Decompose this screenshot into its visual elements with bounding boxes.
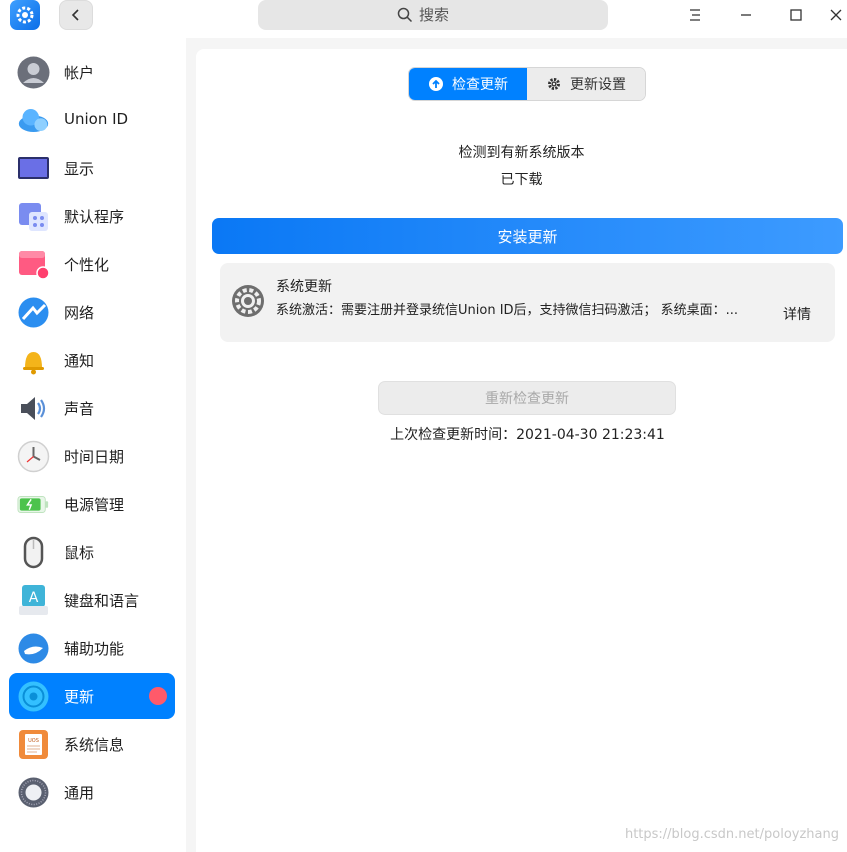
personalization-icon [17,248,50,281]
svg-text:A: A [29,590,39,606]
last-check-time: 上次检查更新时间：2021-04-30 21:23:41 [390,427,665,443]
sidebar-item-default-apps[interactable]: 默认程序 [9,193,175,239]
update-icon [17,680,50,713]
titlebar [0,0,847,38]
svg-text:UOS: UOS [28,738,39,744]
cloud-icon [17,104,50,137]
main-panel: 检查更新 更新设置 检测到有新系统版本 已下载 安装更新 系统更新 系统激活：需… [196,49,847,852]
tab-check-update-label: 检查更新 [452,77,508,93]
chevron-left-icon [71,9,79,21]
sidebar-item-label: 更新 [64,688,95,706]
details-link[interactable]: 详情 [783,304,811,324]
sidebar-item-union-id[interactable]: Union ID [9,97,175,143]
sidebar-item-update[interactable]: 更新 [9,673,175,719]
sidebar-item-accessibility[interactable]: 辅助功能 [9,625,175,671]
update-status-text: 检测到有新系统版本 [458,145,585,161]
menu-button[interactable] [680,2,710,28]
download-status-text: 已下载 [500,172,543,188]
menu-icon [690,9,700,21]
sidebar-item-label: 通知 [64,352,95,370]
sidebar-item-keyboard-language[interactable]: A 键盘和语言 [9,577,175,623]
install-update-button[interactable]: 安装更新 [212,218,843,254]
update-item-card: 系统更新 系统激活：需要注册并登录统信Union ID后，支持微信扫码激活； 系… [220,263,835,342]
gear-icon [548,78,560,90]
battery-icon [17,488,50,521]
sidebar-item-notification[interactable]: 通知 [9,337,175,383]
sidebar-item-system-info[interactable]: UOS 系统信息 [9,721,175,767]
sidebar-item-display[interactable]: 显示 [9,145,175,191]
sidebar-item-label: 键盘和语言 [64,592,140,610]
tab-check-update[interactable]: 检查更新 [409,68,527,100]
update-badge [149,687,167,705]
recheck-update-button[interactable]: 重新检查更新 [378,381,676,415]
sidebar-item-label: 帐户 [64,64,95,82]
sidebar-item-account[interactable]: 帐户 [9,49,175,95]
sidebar-item-label: 默认程序 [64,208,125,226]
close-icon [830,9,842,21]
general-icon [17,776,50,809]
sidebar-item-label: Union ID [64,110,129,128]
sidebar-item-label: 个性化 [64,256,110,274]
account-icon [17,56,50,89]
update-item-title: 系统更新 [276,279,332,295]
sidebar-item-network[interactable]: 网络 [9,289,175,335]
bell-icon [17,344,50,377]
watermark: https://blog.csdn.net/poloyzhang [624,827,839,842]
tab-bar: 检查更新 更新设置 [408,67,646,101]
sidebar-item-general[interactable]: 通用 [9,769,175,815]
sidebar-item-label: 鼠标 [64,544,95,562]
keyboard-icon: A [17,584,50,617]
sidebar-item-label: 时间日期 [64,448,125,466]
tab-update-settings[interactable]: 更新设置 [527,68,645,100]
speaker-icon [17,392,50,425]
close-button[interactable] [829,2,847,28]
clock-icon [17,440,50,473]
sidebar-item-power[interactable]: 电源管理 [9,481,175,527]
settings-gear-icon [232,285,264,317]
app-logo-icon [10,0,40,30]
sidebar-item-label: 声音 [64,400,95,418]
network-icon [17,296,50,329]
sidebar-item-datetime[interactable]: 时间日期 [9,433,175,479]
maximize-icon [790,9,802,21]
sidebar-item-personalization[interactable]: 个性化 [9,241,175,287]
sidebar-item-label: 辅助功能 [64,640,125,658]
search-icon [397,7,413,23]
sidebar: 帐户 Union ID 显示默认程序个性化网络通知声音时间日期电源管理鼠标 A 键盘和语… [0,38,186,852]
sidebar-item-label: 电源管理 [64,496,125,514]
minimize-icon [741,14,751,16]
mouse-icon [17,536,50,569]
search-box[interactable] [258,0,608,30]
upload-circle-icon [429,77,443,91]
display-icon [17,152,50,185]
tab-update-settings-label: 更新设置 [570,77,626,93]
update-item-description: 系统激活：需要注册并登录统信Union ID后，支持微信扫码激活； 系统桌面：.… [276,303,739,318]
sidebar-item-label: 通用 [64,784,95,802]
maximize-button[interactable] [781,2,811,28]
default-apps-icon [17,200,50,233]
sidebar-item-label: 网络 [64,304,95,322]
sidebar-item-sound[interactable]: 声音 [9,385,175,431]
minimize-button[interactable] [731,2,761,28]
search-input[interactable] [419,6,469,24]
sidebar-item-label: 系统信息 [64,736,125,754]
back-button[interactable] [59,0,93,30]
system-info-icon: UOS [17,728,50,761]
accessibility-icon [17,632,50,665]
sidebar-item-label: 显示 [64,160,95,178]
sidebar-item-mouse[interactable]: 鼠标 [9,529,175,575]
